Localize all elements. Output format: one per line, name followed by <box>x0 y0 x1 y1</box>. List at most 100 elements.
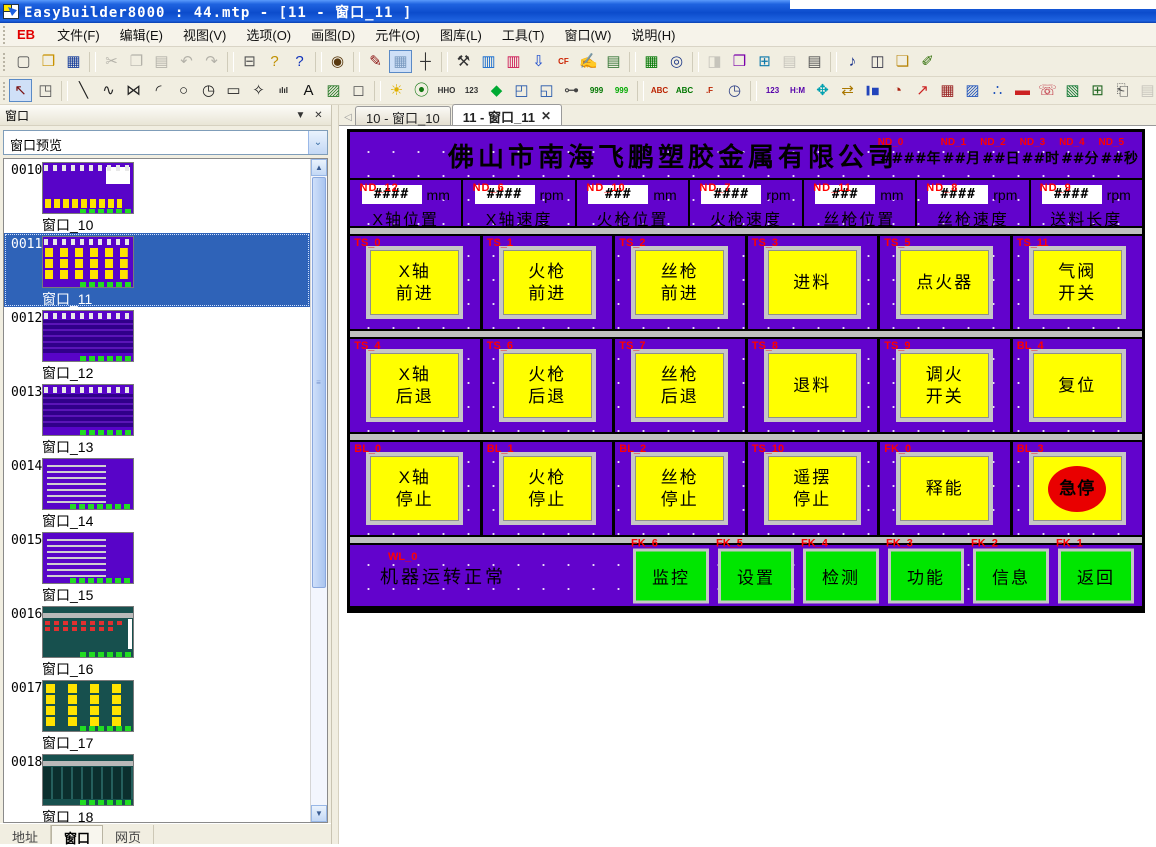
menu-file[interactable]: 文件(F) <box>47 23 110 46</box>
clock-icon[interactable]: ◷ <box>723 79 746 102</box>
menu-object[interactable]: 元件(O) <box>365 23 430 46</box>
data-transfer-icon[interactable]: ⇄ <box>836 79 859 102</box>
scrollbar-track[interactable] <box>311 589 327 805</box>
brush-icon[interactable]: ✎ <box>364 50 387 73</box>
stack2-icon[interactable]: ▤ <box>803 50 826 73</box>
separator[interactable] <box>629 52 636 72</box>
address-viewer-icon[interactable]: ◎ <box>665 50 688 73</box>
shape-icon[interactable]: ◻ <box>347 79 370 102</box>
separator[interactable] <box>750 81 757 101</box>
polyline-icon[interactable]: ⋈ <box>122 79 145 102</box>
list-item[interactable]: 0015 窗口_15 <box>4 529 310 603</box>
separator[interactable] <box>353 52 360 72</box>
separator[interactable] <box>89 52 96 72</box>
macro-editor-icon[interactable]: ✐ <box>916 50 939 73</box>
environment-icon[interactable]: ⊞ <box>753 50 776 73</box>
hmi-nav-monitor[interactable]: FK_6 监控 <box>633 548 709 603</box>
separator[interactable] <box>830 52 837 72</box>
bit-lamp-icon[interactable]: ☀ <box>385 79 408 102</box>
tab-close-icon[interactable]: ✕ <box>541 109 551 123</box>
about-icon[interactable]: ? <box>263 50 286 73</box>
numeric-x-axis-speed[interactable]: ND_6 #### rpm X轴速度 <box>463 180 576 226</box>
bar-graph-icon[interactable]: ▌▆ <box>861 79 884 102</box>
window-preview-combo[interactable]: 窗口预览 ⌄ <box>3 130 328 155</box>
list-item[interactable]: 0014 窗口_14 <box>4 455 310 529</box>
menu-window[interactable]: 窗口(W) <box>554 23 621 46</box>
list-item[interactable]: 0013 窗口_13 <box>4 381 310 455</box>
sidebar-tab-web[interactable]: 网页 <box>103 825 154 844</box>
ellipse-icon[interactable]: ○ <box>172 79 195 102</box>
window-copy-icon[interactable]: ◫ <box>866 50 889 73</box>
list-item[interactable]: 0018 窗口_18 <box>4 751 310 822</box>
hmi-nav-settings[interactable]: FK_5 设置 <box>718 548 794 603</box>
menu-help[interactable]: 说明(H) <box>621 23 685 46</box>
table-icon[interactable]: ▦ <box>640 50 663 73</box>
alarm-bar-icon[interactable]: ▬ <box>1011 79 1034 102</box>
separator[interactable] <box>315 52 322 72</box>
arc-icon[interactable]: ◜ <box>147 79 170 102</box>
macro-icon[interactable]: ✍ <box>577 50 600 73</box>
snap-icon[interactable]: ┼ <box>414 50 437 73</box>
text-icon[interactable]: A <box>297 79 320 102</box>
machine-status[interactable]: WL_0 机器运转正常 <box>380 563 506 589</box>
hmi-nav-info[interactable]: FK_2 信息 <box>973 548 1049 603</box>
data-sampling-icon[interactable]: ▧ <box>1061 79 1084 102</box>
move-shape-icon[interactable]: ✥ <box>811 79 834 102</box>
function-f-icon[interactable]: .F <box>698 79 721 102</box>
editor-tab-window-11[interactable]: 11 - 窗口_11 ✕ <box>452 104 562 125</box>
numeric-torch-speed[interactable]: ND_7 #### rpm 火枪速度 <box>690 180 803 226</box>
cf-card-icon[interactable]: CF <box>552 50 575 73</box>
history-table-icon[interactable]: ▦ <box>936 79 959 102</box>
numeric-torch-position[interactable]: ND_10 ### mm 火枪位置 <box>577 180 690 226</box>
toggle-switch-icon[interactable]: HHO <box>435 79 458 102</box>
polygon-icon[interactable]: ✧ <box>247 79 270 102</box>
plc-control-icon[interactable]: ⊶ <box>560 79 583 102</box>
new-icon[interactable]: ▢ <box>12 50 35 73</box>
menu-edit[interactable]: 编辑(E) <box>110 23 173 46</box>
picture-icon[interactable]: ▨ <box>322 79 345 102</box>
object-properties-icon[interactable]: ◳ <box>34 79 57 102</box>
download-icon[interactable]: ⇩ <box>527 50 550 73</box>
save-icon[interactable]: ▦ <box>62 50 85 73</box>
menu-draw[interactable]: 画图(D) <box>301 23 365 46</box>
separator[interactable] <box>441 52 448 72</box>
report-icon[interactable]: ▤ <box>1136 79 1156 102</box>
scroll-down-icon[interactable]: ▼ <box>311 805 327 822</box>
copy-icon[interactable]: ❐ <box>125 50 148 73</box>
separator[interactable] <box>61 81 68 101</box>
backup-icon[interactable]: ⎗ <box>1111 79 1134 102</box>
ascii-display-icon[interactable]: 999 <box>610 79 633 102</box>
chevron-down-icon[interactable]: ⌄ <box>308 131 327 154</box>
list-item[interactable]: 0017 窗口_17 <box>4 677 310 751</box>
pie-icon[interactable]: ◷ <box>197 79 220 102</box>
select-arrow-icon[interactable]: ↖ <box>9 79 32 102</box>
list-item[interactable]: 0016 窗口_16 <box>4 603 310 677</box>
find-icon[interactable]: ◉ <box>326 50 349 73</box>
cut-icon[interactable]: ✂ <box>100 50 123 73</box>
scheduler-icon[interactable]: ⊞ <box>1086 79 1109 102</box>
window-list-scrollbar[interactable]: ▲ ≡ ▼ <box>310 159 327 822</box>
event-log-icon[interactable]: ☏ <box>1036 79 1059 102</box>
function-key-icon[interactable]: ◆ <box>485 79 508 102</box>
decompile-icon[interactable]: ◨ <box>703 50 726 73</box>
panel-collapse-icon[interactable]: ▼ <box>293 108 308 122</box>
redo-icon[interactable]: ↷ <box>200 50 223 73</box>
datetime-display[interactable]: ND_0####年 ND_1##月 ND_2##日 ND_3##时 ND_4##… <box>878 148 1138 168</box>
offline-simulation-icon[interactable]: ▥ <box>502 50 525 73</box>
rectangle-icon[interactable]: ▭ <box>222 79 245 102</box>
tab-scroll-left-icon[interactable]: ◁ <box>341 109 355 125</box>
ascii-input-icon[interactable]: ABC <box>648 79 671 102</box>
separator[interactable] <box>374 81 381 101</box>
panel-close-icon[interactable]: ✕ <box>311 108 326 122</box>
scroll-up-icon[interactable]: ▲ <box>311 159 327 176</box>
trend-display-icon[interactable]: ↗ <box>911 79 934 102</box>
scatter-icon[interactable]: ∴ <box>986 79 1009 102</box>
menu-view[interactable]: 视图(V) <box>173 23 236 46</box>
menu-option[interactable]: 选项(O) <box>236 23 301 46</box>
list-item[interactable]: 0011 窗口_11 <box>4 233 310 307</box>
print-icon[interactable]: ⊟ <box>238 50 261 73</box>
scale-icon[interactable]: ılıl <box>272 79 295 102</box>
word-lamp-icon[interactable]: ⦿ <box>410 79 433 102</box>
list-item[interactable]: 0012 窗口_12 <box>4 307 310 381</box>
list-item[interactable]: 0010 窗口_10 <box>4 159 310 233</box>
